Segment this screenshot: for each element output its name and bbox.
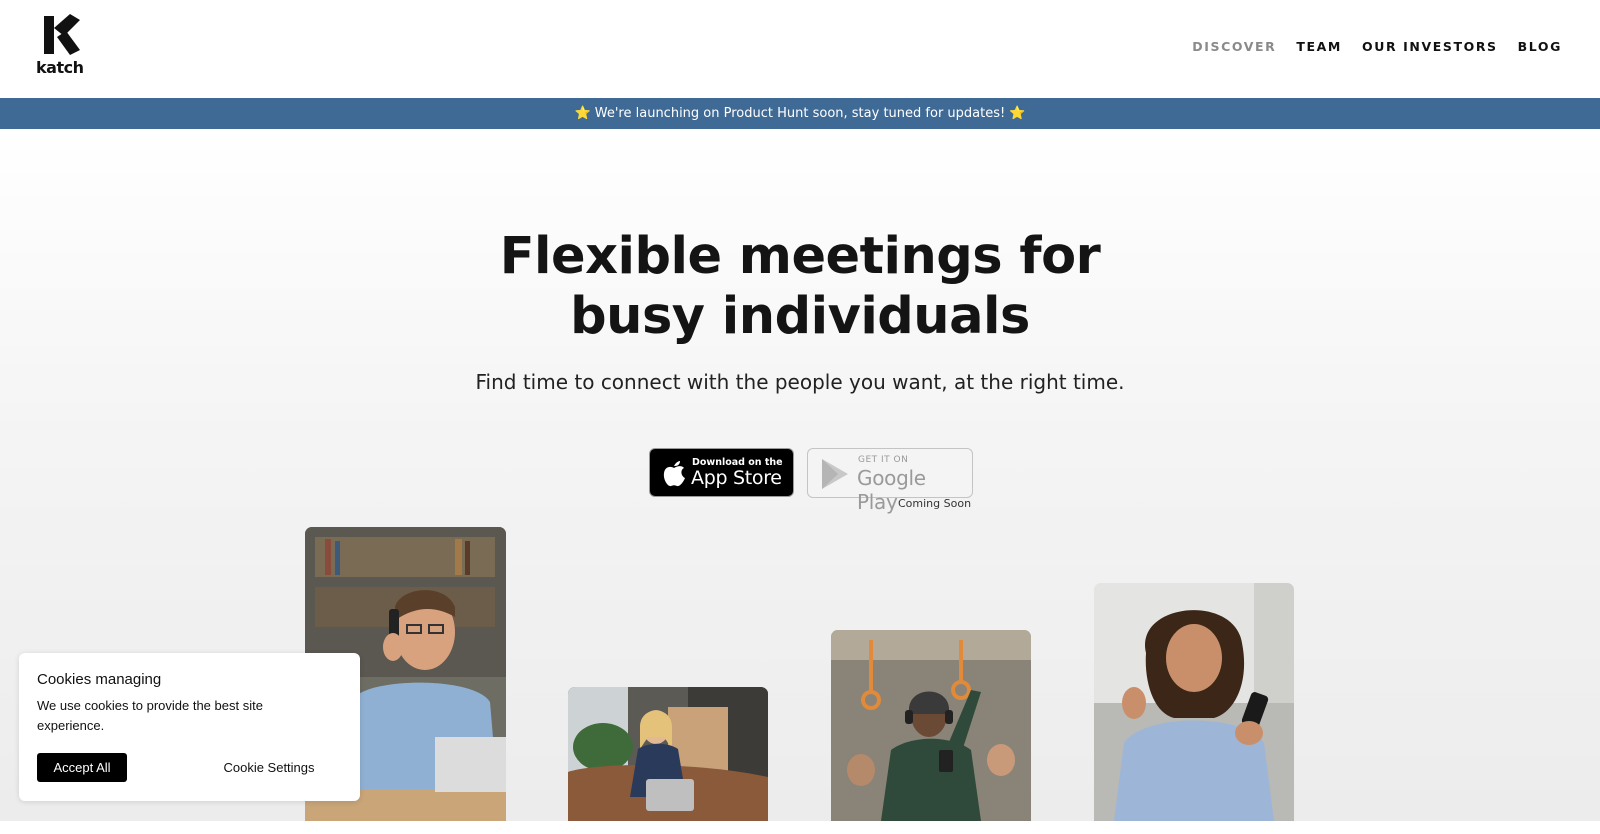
cookie-title: Cookies managing [37, 671, 162, 688]
cookie-popup: Cookies managing We use cookies to provi… [19, 653, 360, 801]
main-nav: DISCOVER TEAM OUR INVESTORS BLOG [1192, 39, 1562, 54]
nav-team[interactable]: TEAM [1296, 39, 1342, 54]
app-store-button[interactable]: Download on the App Store [649, 448, 794, 497]
app-store-big-text: App Store [691, 467, 782, 489]
woman-with-phone-photo [1094, 583, 1294, 821]
katch-logo[interactable]: katch [36, 14, 88, 78]
site-header: katch DISCOVER TEAM OUR INVESTORS BLOG [0, 0, 1600, 98]
man-on-train-photo [831, 630, 1031, 821]
accept-all-button[interactable]: Accept All [37, 753, 127, 782]
hero-title-line2: busy individuals [570, 287, 1030, 346]
banner-text: ⭐ We're launching on Product Hunt soon, … [574, 106, 1026, 121]
woman-on-sofa-photo [568, 687, 768, 821]
google-play-icon [822, 459, 848, 489]
cookie-settings-button[interactable]: Cookie Settings [209, 753, 329, 782]
logo-text: katch [36, 58, 84, 77]
cookie-text: We use cookies to provide the best site … [37, 698, 263, 733]
hero-title: Flexible meetings for busy individuals [0, 227, 1600, 347]
google-play-button[interactable]: GET IT ON Google Play [807, 448, 973, 514]
katch-logo-icon [44, 14, 80, 55]
apple-icon [663, 461, 685, 487]
hero-title-line1: Flexible meetings for [499, 227, 1101, 286]
nav-discover[interactable]: DISCOVER [1192, 39, 1276, 54]
nav-blog[interactable]: BLOG [1518, 39, 1562, 54]
google-play-small-text: GET IT ON [858, 455, 909, 465]
nav-our-investors[interactable]: OUR INVESTORS [1362, 39, 1498, 54]
coming-soon-note: Coming Soon [898, 497, 972, 510]
announcement-banner: ⭐ We're launching on Product Hunt soon, … [0, 98, 1600, 129]
hero-subtitle: Find time to connect with the people you… [475, 370, 1125, 394]
